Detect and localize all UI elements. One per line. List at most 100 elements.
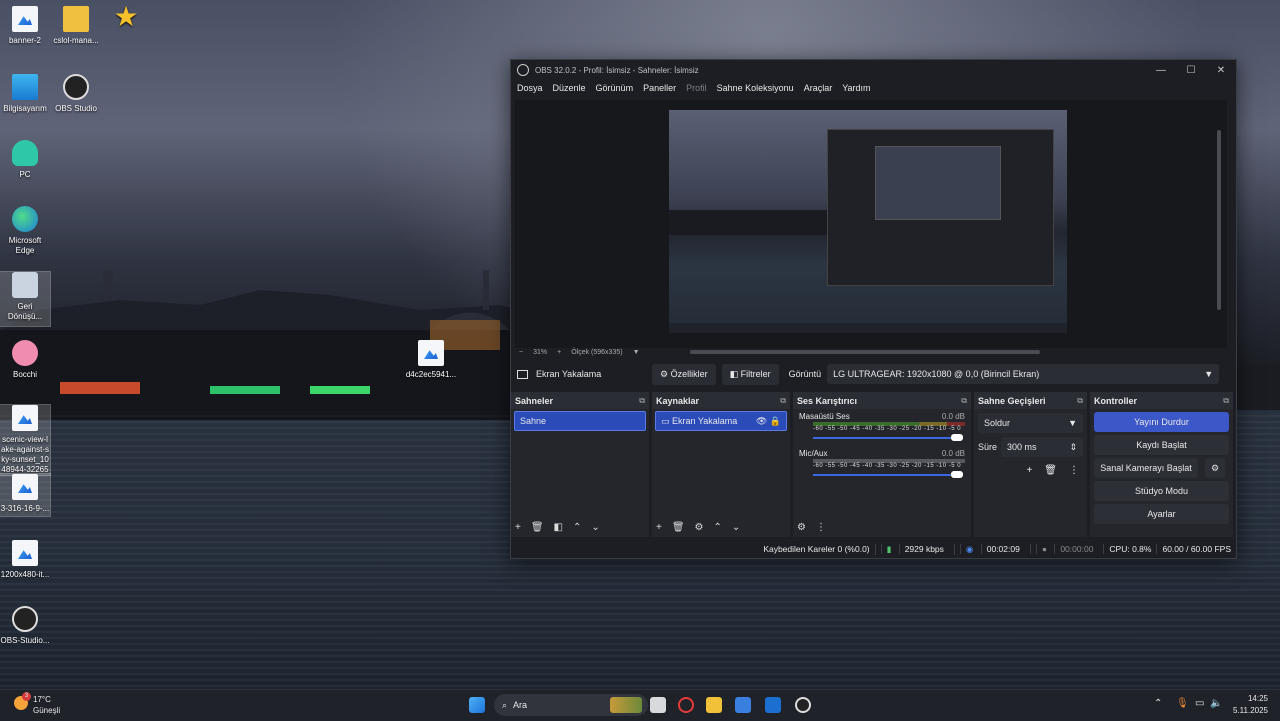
move-down-icon[interactable]: ⌄ (591, 522, 599, 533)
filters-button[interactable]: ◧ Filtreler (721, 363, 779, 385)
add-icon[interactable]: + (1026, 465, 1032, 476)
gear-icon[interactable]: ⚙ (695, 522, 704, 533)
task-view-icon[interactable] (650, 697, 666, 713)
desktop-icon-my-computer[interactable]: Bilgisayarım (0, 74, 50, 114)
search-icon: ⌕ (502, 699, 508, 710)
move-down-icon[interactable]: ⌄ (732, 522, 740, 533)
zoom-bar: − 31% + Ölçek (596x335) ▼ (515, 346, 1231, 358)
desktop-icon-recycle-bin[interactable]: Geri Dönüşü... (0, 271, 51, 327)
menu-dosya[interactable]: Dosya (517, 83, 543, 93)
taskbar: 3 17°C Güneşli ⌕ Ara ⌃ 🎙 ▭ 🔈 14:25 5.11.… (0, 689, 1280, 721)
title-bar[interactable]: OBS 32.0.2 - Profil: İsimsiz - Sahneler:… (511, 60, 1236, 80)
volume-slider[interactable] (813, 434, 963, 441)
menu-paneller[interactable]: Paneller (643, 83, 676, 93)
preview-vertical-scrollbar[interactable] (1217, 130, 1221, 310)
desktop-icon-3-316[interactable]: 3-316-16-9-... (0, 473, 51, 517)
desktop-icon-star[interactable]: ★ (101, 3, 151, 34)
signal-icon: ▮ (880, 543, 897, 554)
weather-badge: 3 (22, 692, 31, 701)
menu-gorunum[interactable]: Görünüm (596, 83, 634, 93)
start-virtual-camera-button[interactable]: Sanal Kamerayı Başlat (1094, 458, 1198, 478)
eye-icon[interactable]: 👁 (756, 416, 767, 426)
mixer-channel-desktop: Masaüstü Ses 0.0 dB (799, 412, 965, 421)
stop-streaming-button[interactable]: Yayını Durdur (1094, 412, 1229, 432)
desktop-icon-scenic-view[interactable]: scenic-view-lake-against-sky-sunset_1048… (0, 404, 51, 476)
weather-desc: Güneşli (33, 706, 61, 715)
microphone-icon[interactable]: 🎙 (1176, 698, 1189, 709)
move-up-icon[interactable]: ⌃ (714, 522, 722, 533)
search-box[interactable]: ⌕ Ara (494, 694, 648, 716)
advanced-audio-icon[interactable]: ⚙ (797, 522, 806, 533)
folder-icon (63, 6, 89, 32)
zoom-percent: 31% (533, 348, 548, 356)
filter-icon[interactable]: ◧ (554, 522, 563, 533)
display-select[interactable]: LG ULTRAGEAR: 1920x1080 @ 0,0 (Birincil … (827, 364, 1220, 384)
outlook-icon[interactable] (765, 697, 781, 713)
obs-taskbar-icon[interactable] (795, 697, 811, 713)
volume-icon[interactable]: 🔈 (1210, 698, 1222, 709)
undock-icon[interactable]: ⧉ (1223, 396, 1229, 406)
desktop-icon-edge[interactable]: Microsoft Edge (0, 206, 50, 256)
menu-duzenle[interactable]: Düzenle (553, 83, 586, 93)
trash-icon[interactable]: 🗑 (531, 522, 544, 533)
desktop-icon-pc[interactable]: PC (0, 140, 50, 180)
image-file-icon (12, 6, 38, 32)
controls-title: Kontroller (1094, 395, 1138, 406)
opera-icon[interactable] (678, 697, 694, 713)
volume-slider[interactable] (813, 471, 963, 478)
record-time: 00:00:00 (1054, 544, 1099, 554)
preview-horizontal-scrollbar[interactable] (690, 350, 1040, 354)
zoom-in-button[interactable]: + (557, 349, 561, 356)
clock-time[interactable]: 14:25 (1232, 694, 1268, 703)
more-options-icon[interactable]: ⋮ (1069, 465, 1079, 476)
lock-icon[interactable]: 🔒 (770, 416, 781, 426)
store-icon[interactable] (735, 697, 751, 713)
file-explorer-icon[interactable] (706, 697, 722, 713)
maximize-button[interactable]: ☐ (1176, 65, 1206, 76)
menu-yardim[interactable]: Yardım (842, 83, 870, 93)
desktop-icon-obs[interactable]: OBS Studio (51, 74, 101, 114)
desktop-icon-1200x480[interactable]: 1200x480-it... (0, 540, 50, 580)
desktop-icon-banner[interactable]: banner-2 (0, 6, 50, 46)
status-bar: Kaybedilen Kareler 0 (%0.0) ▮ 2929 kbps … (511, 540, 1236, 558)
desktop-icon-cslol[interactable]: cslol-mana... (51, 6, 101, 46)
network-icon[interactable]: ▭ (1195, 698, 1204, 709)
start-recording-button[interactable]: Kaydı Başlat (1094, 435, 1229, 455)
zoom-out-button[interactable]: − (519, 349, 523, 356)
properties-button[interactable]: ⚙ Özellikler (652, 363, 716, 385)
trash-icon[interactable]: 🗑 (1044, 465, 1057, 476)
start-icon[interactable] (469, 697, 485, 713)
chevron-up-icon[interactable]: ⌃ (1154, 698, 1162, 709)
studio-mode-button[interactable]: Stüdyo Modu (1094, 481, 1229, 501)
move-up-icon[interactable]: ⌃ (573, 522, 581, 533)
undock-icon[interactable]: ⧉ (639, 396, 645, 406)
undock-icon[interactable]: ⧉ (961, 396, 967, 406)
transition-select[interactable]: Soldur ▼ (978, 413, 1083, 433)
obs-window[interactable]: OBS 32.0.2 - Profil: İsimsiz - Sahneler:… (510, 59, 1237, 559)
desktop-icon-obs-studio-installer[interactable]: OBS-Studio... (0, 606, 50, 646)
desktop-icon-bocchi[interactable]: Bocchi (0, 340, 50, 380)
gear-icon[interactable]: ⚙ (1205, 458, 1225, 478)
menu-bar: Dosya Düzenle Görünüm Paneller Profil Sa… (511, 80, 1236, 96)
zoom-dropdown-icon[interactable]: ▼ (633, 349, 640, 356)
more-options-icon[interactable]: ⋮ (816, 522, 826, 533)
desktop-icon-d4c2ec[interactable]: d4c2ec5941... (405, 340, 457, 380)
preview-canvas[interactable] (515, 100, 1227, 348)
add-icon[interactable]: + (656, 522, 662, 533)
window-title: OBS 32.0.2 - Profil: İsimsiz - Sahneler:… (535, 65, 699, 75)
clock-date[interactable]: 5.11.2025 (1226, 706, 1268, 715)
source-item[interactable]: ▭ Ekran Yakalama 👁 🔒 (655, 411, 787, 431)
edge-icon (12, 206, 38, 232)
duration-input[interactable]: 300 ms ⇕ (1001, 437, 1083, 457)
undock-icon[interactable]: ⧉ (1077, 396, 1083, 406)
trash-icon[interactable]: 🗑 (672, 522, 685, 533)
menu-sahne-koleksiyonu[interactable]: Sahne Koleksiyonu (717, 83, 794, 93)
undock-icon[interactable]: ⧉ (780, 396, 786, 406)
minimize-button[interactable]: — (1146, 65, 1176, 76)
close-button[interactable]: ✕ (1206, 65, 1236, 76)
menu-araclar[interactable]: Araçlar (804, 83, 833, 93)
scene-item[interactable]: Sahne (514, 411, 646, 431)
settings-button[interactable]: Ayarlar (1094, 504, 1229, 524)
add-icon[interactable]: + (515, 522, 521, 533)
menu-profil[interactable]: Profil (686, 83, 707, 93)
